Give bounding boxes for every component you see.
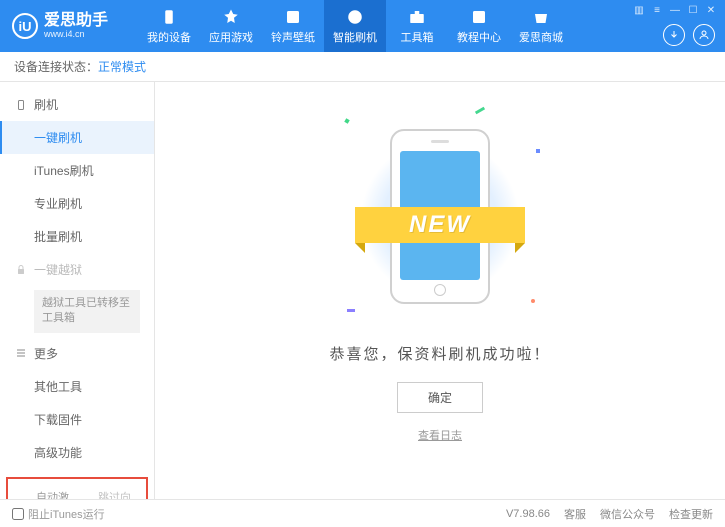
nav-apps-games[interactable]: 应用游戏 — [200, 0, 262, 52]
flash-icon — [346, 8, 364, 26]
nav-my-device[interactable]: 我的设备 — [138, 0, 200, 52]
app-header: iU 爱思助手 www.i4.cn 我的设备 应用游戏 铃声壁纸 智能刷机 工具… — [0, 0, 725, 52]
sidebar-item-other-tools[interactable]: 其他工具 — [0, 370, 154, 403]
close-icon[interactable]: ✕ — [705, 4, 717, 16]
user-button[interactable] — [693, 24, 715, 46]
jailbreak-note: 越狱工具已转移至工具箱 — [34, 290, 140, 333]
wallpaper-icon — [284, 8, 302, 26]
dropdown-icon[interactable]: ≡ — [651, 4, 663, 16]
sidebar-item-pro-flash[interactable]: 专业刷机 — [0, 187, 154, 220]
phone-icon — [160, 8, 178, 26]
skip-guide-checkbox[interactable]: 跳过向导 — [82, 489, 134, 499]
success-message: 恭喜您，保资料刷机成功啦！ — [329, 343, 550, 364]
toolbox-icon — [408, 8, 426, 26]
sidebar-item-batch-flash[interactable]: 批量刷机 — [0, 220, 154, 253]
sidebar-group-more[interactable]: 更多 — [0, 337, 154, 370]
main-content: NEW 恭喜您，保资料刷机成功啦！ 确定 查看日志 — [155, 82, 725, 499]
block-itunes-checkbox[interactable]: 阻止iTunes运行 — [12, 506, 105, 522]
status-mode: 正常模式 — [98, 58, 146, 75]
maximize-icon[interactable]: ☐ — [687, 4, 699, 16]
auto-activate-checkbox[interactable]: 自动激活 — [20, 489, 72, 499]
sidebar-item-download-firmware[interactable]: 下载固件 — [0, 403, 154, 436]
nav-toolbox[interactable]: 工具箱 — [386, 0, 448, 52]
view-log-link[interactable]: 查看日志 — [418, 427, 462, 443]
version-label: V7.98.66 — [506, 508, 550, 520]
highlighted-checkbox-row: 自动激活 跳过向导 — [6, 477, 148, 499]
support-link[interactable]: 客服 — [564, 506, 586, 522]
window-controls: ▥ ≡ — ☐ ✕ — [633, 4, 717, 16]
apps-icon — [222, 8, 240, 26]
sidebar-group-flash[interactable]: 刷机 — [0, 88, 154, 121]
success-illustration: NEW — [365, 119, 515, 319]
app-site: www.i4.cn — [44, 29, 108, 39]
sidebar-item-itunes-flash[interactable]: iTunes刷机 — [0, 154, 154, 187]
nav-ringtones[interactable]: 铃声壁纸 — [262, 0, 324, 52]
status-bar: 设备连接状态： 正常模式 — [0, 52, 725, 82]
logo-icon: iU — [12, 13, 38, 39]
download-button[interactable] — [663, 24, 685, 46]
menu-icon[interactable]: ▥ — [633, 4, 645, 16]
store-icon — [532, 8, 550, 26]
minimize-icon[interactable]: — — [669, 4, 681, 16]
main-nav: 我的设备 应用游戏 铃声壁纸 智能刷机 工具箱 教程中心 爱思商城 — [138, 0, 572, 52]
sidebar: 刷机 一键刷机 iTunes刷机 专业刷机 批量刷机 一键越狱 越狱工具已转移至… — [0, 82, 155, 499]
book-icon — [470, 8, 488, 26]
ok-button[interactable]: 确定 — [397, 382, 483, 413]
app-name: 爱思助手 — [44, 13, 108, 29]
status-prefix: 设备连接状态： — [14, 58, 98, 75]
list-icon — [14, 346, 28, 360]
lock-icon — [14, 263, 28, 277]
check-update-link[interactable]: 检查更新 — [669, 506, 713, 522]
sidebar-item-advanced[interactable]: 高级功能 — [0, 436, 154, 469]
wechat-link[interactable]: 微信公众号 — [600, 506, 655, 522]
phone-icon — [14, 98, 28, 112]
sidebar-group-jailbreak: 一键越狱 — [0, 253, 154, 286]
footer: 阻止iTunes运行 V7.98.66 客服 微信公众号 检查更新 — [0, 499, 725, 527]
nav-tutorials[interactable]: 教程中心 — [448, 0, 510, 52]
nav-store[interactable]: 爱思商城 — [510, 0, 572, 52]
new-ribbon: NEW — [355, 207, 525, 243]
nav-smart-flash[interactable]: 智能刷机 — [324, 0, 386, 52]
sidebar-item-onekey-flash[interactable]: 一键刷机 — [0, 121, 154, 154]
app-logo: iU 爱思助手 www.i4.cn — [0, 13, 120, 39]
